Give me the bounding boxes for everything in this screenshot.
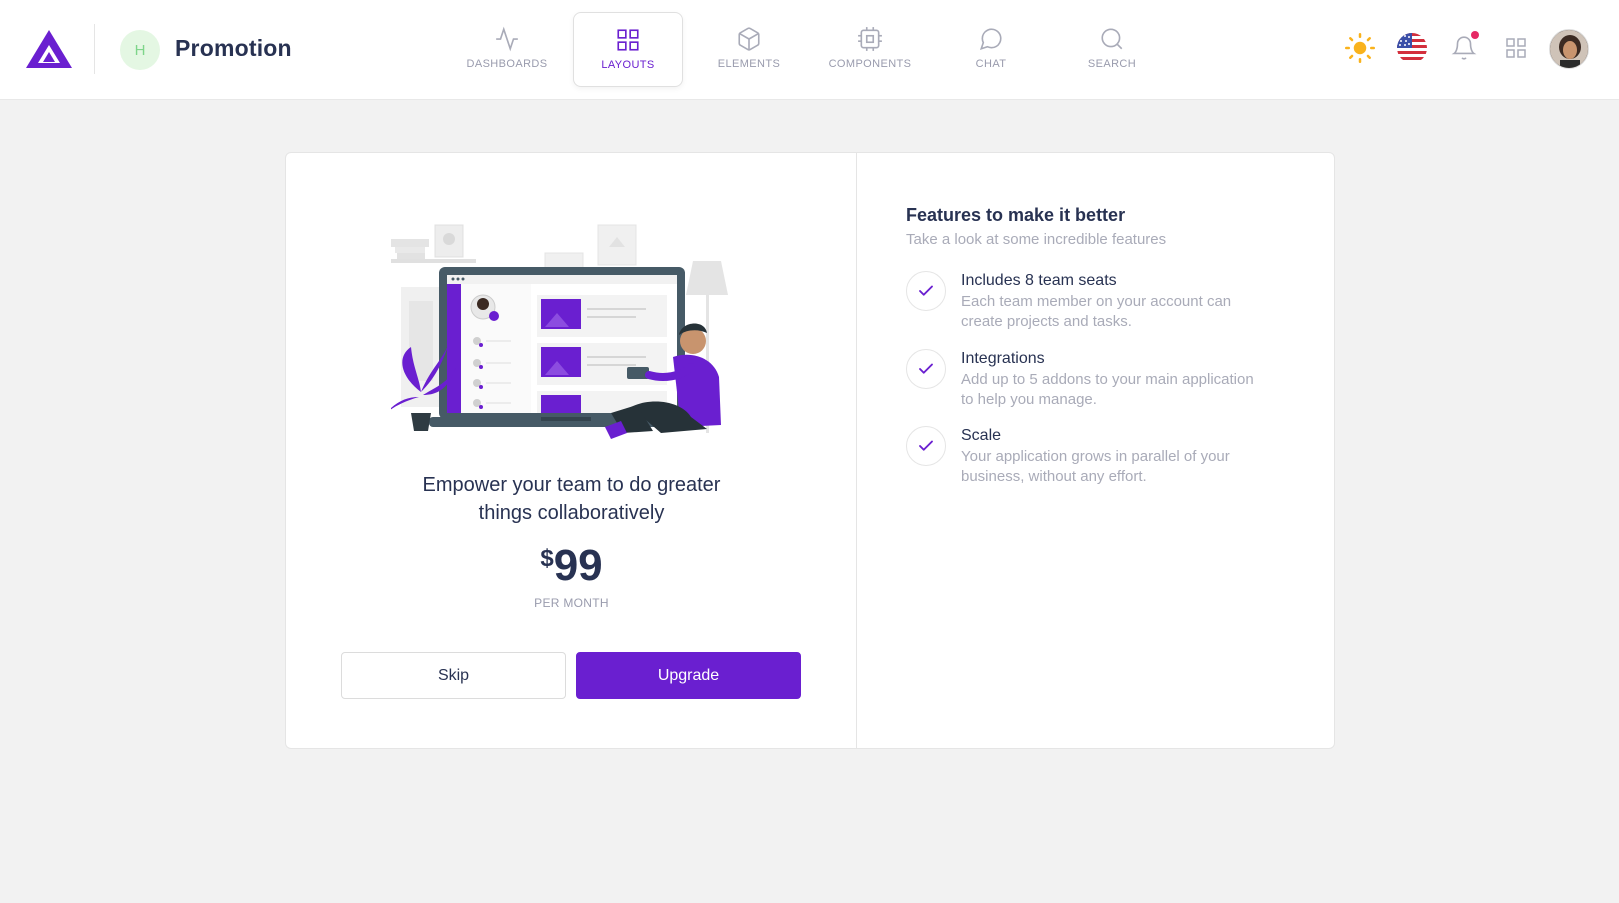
search-icon [1101,28,1123,50]
tab-label: DASHBOARDS [466,58,548,70]
features-title: Features to make it better [906,205,1126,225]
activity-icon [496,26,518,52]
notification-dot [1471,31,1479,39]
notifications-button[interactable] [1446,30,1482,66]
feature-name: Scale [961,427,1002,444]
tab-label: COMPONENTS [828,58,912,70]
cpu-icon [858,27,882,51]
logo-icon [26,30,72,68]
tab-search[interactable]: SEARCH [1057,12,1167,87]
promo-panel: Empower your team to do greater things c… [286,153,857,748]
promo-heading: Empower your team to do greater things c… [286,471,857,527]
skip-button[interactable]: Skip [341,652,566,699]
user-photo-icon [1550,30,1588,68]
tab-label: LAYOUTS [601,59,655,71]
tab-dashboards[interactable]: DASHBOARDS [452,12,562,87]
feature-description: Your application grows in parallel of yo… [961,448,1230,485]
check-icon [906,271,946,311]
promo-heading-line2: things collaboratively [478,502,665,524]
feature-name: Includes 8 team seats [961,272,1117,289]
tab-elements[interactable]: ELEMENTS [694,12,804,87]
features-panel: Features to make it better Take a look a… [857,153,1334,748]
features-subtitle: Take a look at some incredible features [906,231,1167,248]
top-navbar: H Promotion DASHBOARDS LAYOUTS ELEMENTS … [0,0,1619,100]
check-icon [906,426,946,466]
tab-components[interactable]: COMPONENTS [815,12,925,87]
apps-button[interactable] [1498,30,1534,66]
tab-label: ELEMENTS [717,58,781,70]
message-circle-icon [979,28,1002,51]
tab-layouts[interactable]: LAYOUTS [573,12,683,87]
page-avatar: H [120,30,160,70]
price-amount: 99 [553,541,603,590]
tab-label: CHAT [975,58,1007,70]
promotion-card: Empower your team to do greater things c… [285,152,1335,749]
theme-toggle-button[interactable] [1342,30,1378,66]
brand-divider [94,24,95,74]
language-selector[interactable] [1394,30,1430,66]
price-period: PER MONTH [534,596,609,610]
tab-chat[interactable]: CHAT [936,12,1046,87]
sun-icon [1345,33,1375,63]
us-flag-icon [1397,33,1427,63]
brand-logo[interactable] [25,28,73,70]
apps-grid-icon [1506,38,1526,58]
team-illustration [391,224,728,439]
feature-description: Add up to 5 addons to your main applicat… [961,371,1254,408]
tab-label: SEARCH [1087,58,1137,70]
feature-description: Each team member on your account can cre… [961,293,1232,330]
upgrade-button[interactable]: Upgrade [576,652,801,699]
page-title: Promotion [175,35,292,61]
price: $99 [286,541,857,591]
grid-icon [617,29,639,51]
user-avatar[interactable] [1549,29,1589,69]
price-currency: $ [540,545,554,572]
promo-heading-line1: Empower your team to do greater [422,474,721,496]
check-icon [906,349,946,389]
box-icon [738,27,760,51]
feature-name: Integrations [961,350,1045,367]
